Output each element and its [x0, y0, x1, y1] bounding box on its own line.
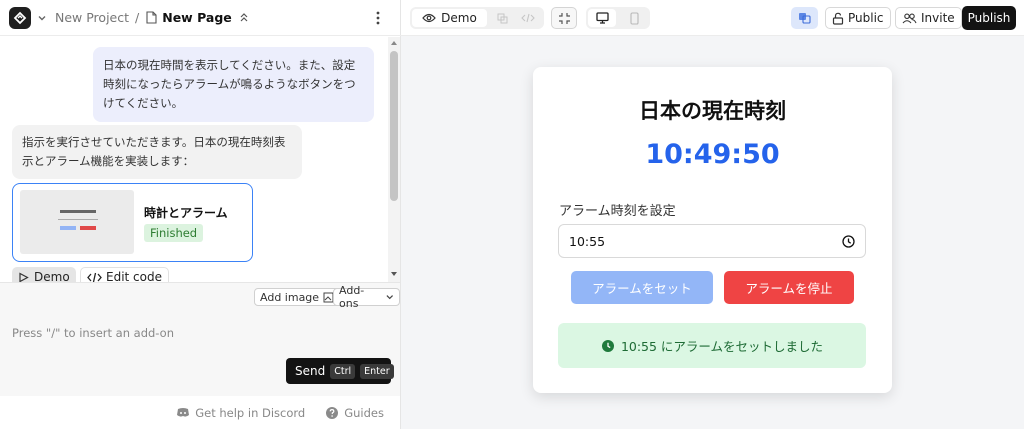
eye-icon [422, 13, 436, 23]
app-logo-icon[interactable] [9, 6, 31, 29]
minimize-icon [558, 12, 570, 24]
result-card-title: 時計とアラーム [144, 206, 228, 220]
send-button[interactable]: Send Ctrl Enter [286, 358, 394, 384]
mobile-view-button[interactable] [620, 9, 648, 27]
page-title: 日本の現在時刻 [639, 99, 786, 123]
desktop-view-button[interactable] [588, 9, 616, 27]
set-alarm-button[interactable]: アラームをセット [571, 271, 713, 304]
send-label: Send [295, 364, 326, 378]
help-footer: Get help in Discord Guides [0, 396, 400, 429]
alarm-status-text: 10:55 にアラームをセットしました [620, 339, 824, 354]
guides-link[interactable]: Guides [325, 406, 384, 420]
add-image-button[interactable]: Add image [254, 288, 343, 306]
code-icon [521, 13, 535, 23]
composer: Add image Add-ons Press "/" to insert an… [0, 282, 400, 396]
chevrons-up-down-icon[interactable] [239, 12, 249, 24]
smartphone-icon [629, 11, 639, 25]
copy-icon [497, 13, 507, 23]
scroll-up-icon [391, 41, 397, 45]
chat-history[interactable]: 日本の現在時間を表示してください。また、設定時刻になったらアラームが鳴るようなボ… [0, 37, 388, 282]
invite-button[interactable]: Invite [895, 7, 962, 29]
alarm-time-label: アラーム時刻を設定 [559, 204, 676, 219]
demo-button[interactable]: Demo [12, 267, 76, 282]
clock-icon [601, 339, 614, 352]
tab-code[interactable] [516, 9, 540, 27]
breadcrumb-page[interactable]: New Page [162, 10, 232, 25]
scroll-down-icon [391, 272, 397, 276]
play-icon [19, 272, 29, 282]
invite-label: Invite [921, 11, 955, 25]
chevron-down-icon[interactable] [37, 13, 47, 23]
demo-button-label: Demo [34, 270, 70, 282]
stop-alarm-button[interactable]: アラームを停止 [724, 271, 854, 304]
discord-help-link[interactable]: Get help in Discord [176, 406, 305, 420]
scrollbar-thumb[interactable] [390, 51, 398, 201]
preview-panel: Demo Public Invite Publish 日本の現在時刻 10:49… [401, 0, 1024, 429]
publish-button[interactable]: Publish [962, 6, 1016, 30]
discord-icon [177, 408, 190, 417]
chevron-down-icon [385, 295, 393, 300]
monitor-icon [595, 12, 609, 24]
edit-code-button[interactable]: Edit code [80, 267, 169, 282]
page-icon [146, 11, 157, 24]
assistant-message: 指示を実行させていただきます。日本の現在時刻表示とアラーム機能を実装します： [12, 125, 302, 179]
addons-dropdown[interactable]: Add-ons [333, 284, 400, 310]
kbd-ctrl: Ctrl [330, 363, 356, 379]
more-vertical-icon[interactable] [373, 10, 383, 26]
preview-toolbar: Demo Public Invite Publish [401, 0, 1024, 36]
tab-copy[interactable] [490, 9, 514, 27]
prompt-input[interactable]: Press "/" to insert an add-on [12, 326, 174, 340]
help-circle-icon [326, 406, 339, 419]
public-button[interactable]: Public [825, 7, 891, 29]
tab-demo[interactable]: Demo [412, 9, 487, 27]
alarm-time-input[interactable]: 10:55 [558, 224, 866, 258]
shrink-view-button[interactable] [551, 7, 577, 29]
translate-icon [799, 13, 811, 24]
project-header: New Project / New Page [0, 0, 401, 36]
result-card[interactable]: 時計とアラーム Finished [12, 183, 253, 262]
public-label: Public [848, 11, 884, 25]
translate-button[interactable] [791, 7, 818, 29]
status-badge: Finished [144, 224, 204, 242]
user-message: 日本の現在時間を表示してください。また、設定時刻になったらアラームが鳴るようなボ… [93, 47, 374, 122]
view-mode-group: Demo [410, 7, 544, 29]
breadcrumb-separator: / [135, 10, 140, 25]
addons-label: Add-ons [339, 284, 365, 310]
kbd-enter: Enter [360, 363, 394, 379]
device-toggle-group [586, 7, 650, 29]
result-thumbnail [20, 190, 134, 254]
tab-demo-label: Demo [441, 11, 477, 25]
edit-code-label: Edit code [106, 270, 162, 282]
clock-icon [842, 234, 855, 248]
current-time: 10:49:50 [645, 139, 780, 170]
chat-panel: New Project / New Page 日本の現在時間を表示してください。… [0, 0, 401, 429]
alarm-time-value: 10:55 [569, 233, 606, 249]
code-icon [87, 272, 102, 282]
discord-label: Get help in Discord [195, 405, 306, 420]
guides-label: Guides [344, 405, 384, 420]
breadcrumb-project[interactable]: New Project [55, 10, 129, 25]
users-icon [902, 13, 917, 23]
add-image-label: Add image [260, 290, 320, 304]
chat-scrollbar[interactable] [388, 37, 400, 282]
clock-app-card: 日本の現在時刻 10:49:50 アラーム時刻を設定 10:55 アラームをセッ… [533, 67, 892, 393]
alarm-status-message: 10:55 にアラームをセットしました [558, 323, 866, 368]
lock-open-icon [832, 12, 844, 25]
